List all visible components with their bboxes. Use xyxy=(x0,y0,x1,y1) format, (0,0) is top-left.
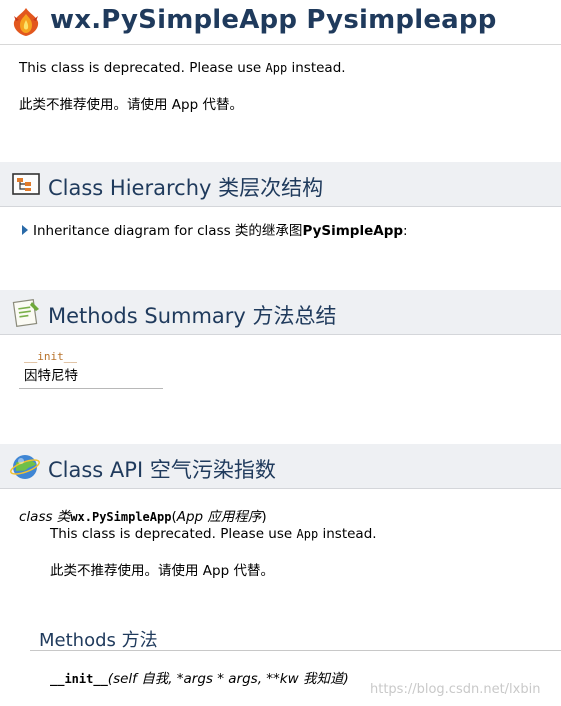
api-deprecation-notice-chinese: 此类不推荐使用。请使用 App 代替。 xyxy=(50,563,274,579)
methods-summary-header: Methods Summary 方法总结 xyxy=(0,290,561,335)
init-method-params: (self 自我, *args * args, **kw 我知道) xyxy=(107,671,349,687)
watermark: https://blog.csdn.net/lxbin xyxy=(370,682,541,697)
signature-close-paren: ) xyxy=(261,509,267,525)
class-api-header: Class API 空气污染指数 xyxy=(0,444,561,489)
methods-subtitle: Methods 方法 xyxy=(39,630,158,651)
page-title: wx.PySimpleApp Pysimpleapp xyxy=(50,5,497,35)
api-deprecation-notice: This class is deprecated. Please use App… xyxy=(50,526,377,542)
methods-summary-table: __init__ 因特尼特 xyxy=(19,346,163,389)
deprecation-text: This class is deprecated. Please use xyxy=(19,60,266,76)
init-method-signature: __init__(self 自我, *args * args, **kw 我知道… xyxy=(50,667,349,687)
class-keyword: class 类 xyxy=(19,509,71,525)
page-header: wx.PySimpleApp Pysimpleapp xyxy=(0,0,561,45)
class-parameter: App 应用程序 xyxy=(176,509,262,525)
class-hierarchy-icon xyxy=(12,173,40,195)
summary-method-description: 因特尼特 xyxy=(19,366,163,389)
class-api-title: Class API 空气污染指数 xyxy=(48,458,276,482)
notepad-icon xyxy=(12,299,39,327)
app-code: App xyxy=(265,61,288,75)
class-hierarchy-header: Class Hierarchy 类层次结构 xyxy=(0,162,561,207)
phoenix-logo-icon xyxy=(13,8,39,36)
class-hierarchy-title: Class Hierarchy 类层次结构 xyxy=(48,176,324,200)
inheritance-diagram-toggle[interactable]: Inheritance diagram for class 类的继承图PySim… xyxy=(22,219,408,239)
api-deprecation-text: This class is deprecated. Please use xyxy=(50,526,297,542)
deprecation-notice: This class is deprecated. Please use App… xyxy=(19,60,346,76)
inheritance-colon: : xyxy=(403,223,408,239)
init-method-name: __init__ xyxy=(50,672,108,686)
inheritance-label: Inheritance diagram for class 类的继承图 xyxy=(33,223,303,239)
expand-triangle-icon[interactable] xyxy=(22,225,28,235)
api-deprecation-suffix: instead. xyxy=(318,526,377,542)
class-name: wx.PySimpleApp xyxy=(70,510,172,524)
deprecation-suffix: instead. xyxy=(287,60,346,76)
methods-summary-title: Methods Summary 方法总结 xyxy=(48,304,337,328)
methods-divider xyxy=(30,650,561,651)
class-signature: class 类wx.PySimpleApp(App 应用程序) xyxy=(19,505,267,525)
deprecation-notice-chinese: 此类不推荐使用。请使用 App 代替。 xyxy=(19,97,243,113)
summary-method-link[interactable]: __init__ xyxy=(19,346,163,366)
inheritance-class-name: PySimpleApp xyxy=(302,223,404,239)
globe-icon xyxy=(10,455,40,479)
api-app-code: App xyxy=(296,527,319,541)
